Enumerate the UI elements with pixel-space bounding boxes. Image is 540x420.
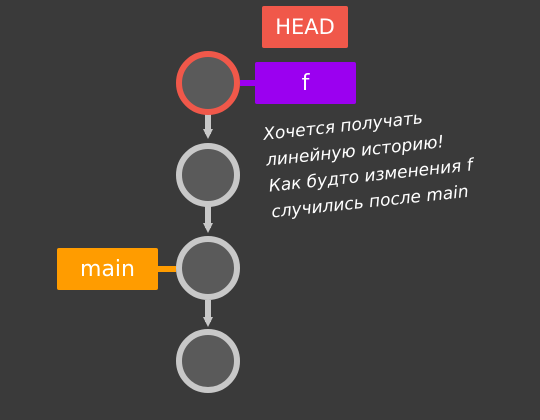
commit-f — [176, 51, 240, 115]
branch-f-label: f — [255, 62, 356, 104]
git-graph-diagram: HEAD f main Хочется получать линейную ис… — [0, 0, 540, 420]
commit-base — [176, 329, 240, 393]
commit-main — [176, 236, 240, 300]
branch-main-label: main — [57, 248, 158, 290]
head-label: HEAD — [262, 6, 348, 48]
commit-2 — [176, 143, 240, 207]
